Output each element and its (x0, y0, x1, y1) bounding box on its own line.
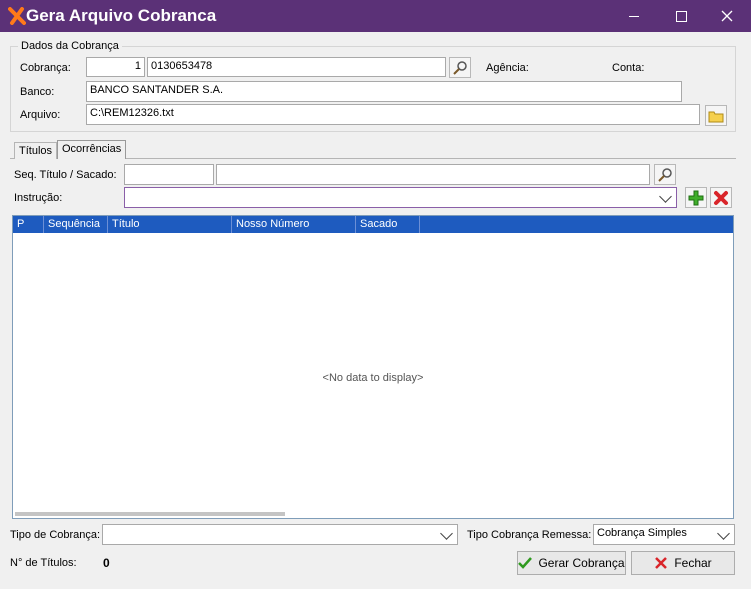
fechar-label: Fechar (674, 556, 712, 570)
instrucao-label: Instrução: (14, 192, 63, 204)
maximize-button[interactable] (658, 0, 704, 32)
chevron-down-icon (717, 527, 730, 540)
tipo-cobranca-combo[interactable] (102, 524, 458, 545)
search-cobranca-button[interactable] (449, 57, 471, 78)
browse-file-button[interactable] (705, 105, 727, 126)
add-instrucao-button[interactable] (685, 187, 707, 208)
minimize-button[interactable] (611, 0, 657, 32)
check-icon (518, 557, 533, 569)
search-titulo-button[interactable] (654, 164, 676, 185)
remove-instrucao-button[interactable] (710, 187, 732, 208)
delete-icon (714, 190, 728, 205)
dados-cobranca-legend: Dados da Cobrança (18, 40, 122, 52)
banco-field[interactable]: BANCO SANTANDER S.A. (86, 81, 682, 102)
column-header-p[interactable]: P (13, 216, 44, 233)
app-logo-icon (8, 7, 26, 25)
fechar-button[interactable]: Fechar (631, 551, 735, 575)
close-icon (721, 10, 733, 22)
grid-empty-text: <No data to display> (322, 372, 424, 384)
window-title: Gera Arquivo Cobranca (26, 6, 217, 25)
cobranca-label: Cobrança: (20, 62, 71, 74)
column-header-nosso-numero[interactable]: Nosso Número (232, 216, 356, 233)
plus-icon (688, 190, 704, 205)
banco-label: Banco: (20, 86, 55, 98)
agencia-label: Agência: (486, 62, 529, 74)
tipo-remessa-combo[interactable]: Cobrança Simples (593, 524, 735, 545)
horizontal-scrollbar[interactable] (15, 512, 285, 516)
cobranca-account-field[interactable]: 0130653478 (147, 57, 446, 77)
instrucao-combo[interactable] (124, 187, 677, 208)
tipo-remessa-value: Cobrança Simples (597, 527, 687, 539)
close-button[interactable] (704, 0, 750, 32)
gerar-cobranca-button[interactable]: Gerar Cobrança (517, 551, 626, 575)
arquivo-label: Arquivo: (20, 109, 61, 121)
seq-titulo-field[interactable] (124, 164, 214, 185)
sacado-field[interactable] (216, 164, 650, 185)
cobranca-code-field[interactable]: 1 (86, 57, 145, 77)
close-icon (655, 557, 668, 569)
seq-titulo-label: Seq. Título / Sacado: (14, 169, 117, 181)
column-header-titulo[interactable]: Título (108, 216, 232, 233)
titulos-count-value: 0 (103, 556, 110, 570)
search-icon (453, 60, 467, 75)
tipo-cobranca-label: Tipo de Cobrança: (10, 529, 101, 541)
minimize-icon (629, 15, 639, 17)
tab-titulos[interactable]: Títulos (14, 142, 58, 159)
column-header-sacado[interactable]: Sacado (356, 216, 420, 233)
title-bar: Gera Arquivo Cobranca (0, 0, 751, 32)
tipo-remessa-label: Tipo Cobrança Remessa: (467, 529, 592, 541)
folder-icon (708, 111, 724, 122)
chevron-down-icon (440, 527, 453, 540)
ocorrencias-grid[interactable]: P Sequência Título Nosso Número Sacado <… (12, 215, 734, 519)
gerar-cobranca-label: Gerar Cobrança (538, 556, 625, 570)
conta-label: Conta: (612, 62, 645, 74)
arquivo-field[interactable]: C:\REM12326.txt (86, 104, 700, 125)
column-header-sequencia[interactable]: Sequência (44, 216, 108, 233)
grid-header: P Sequência Título Nosso Número Sacado (13, 216, 733, 233)
search-icon (658, 167, 672, 182)
titulos-count-label: N° de Títulos: (10, 557, 77, 569)
chevron-down-icon (659, 190, 672, 203)
tab-ocorrencias[interactable]: Ocorrências (57, 140, 127, 159)
maximize-icon (675, 10, 687, 22)
